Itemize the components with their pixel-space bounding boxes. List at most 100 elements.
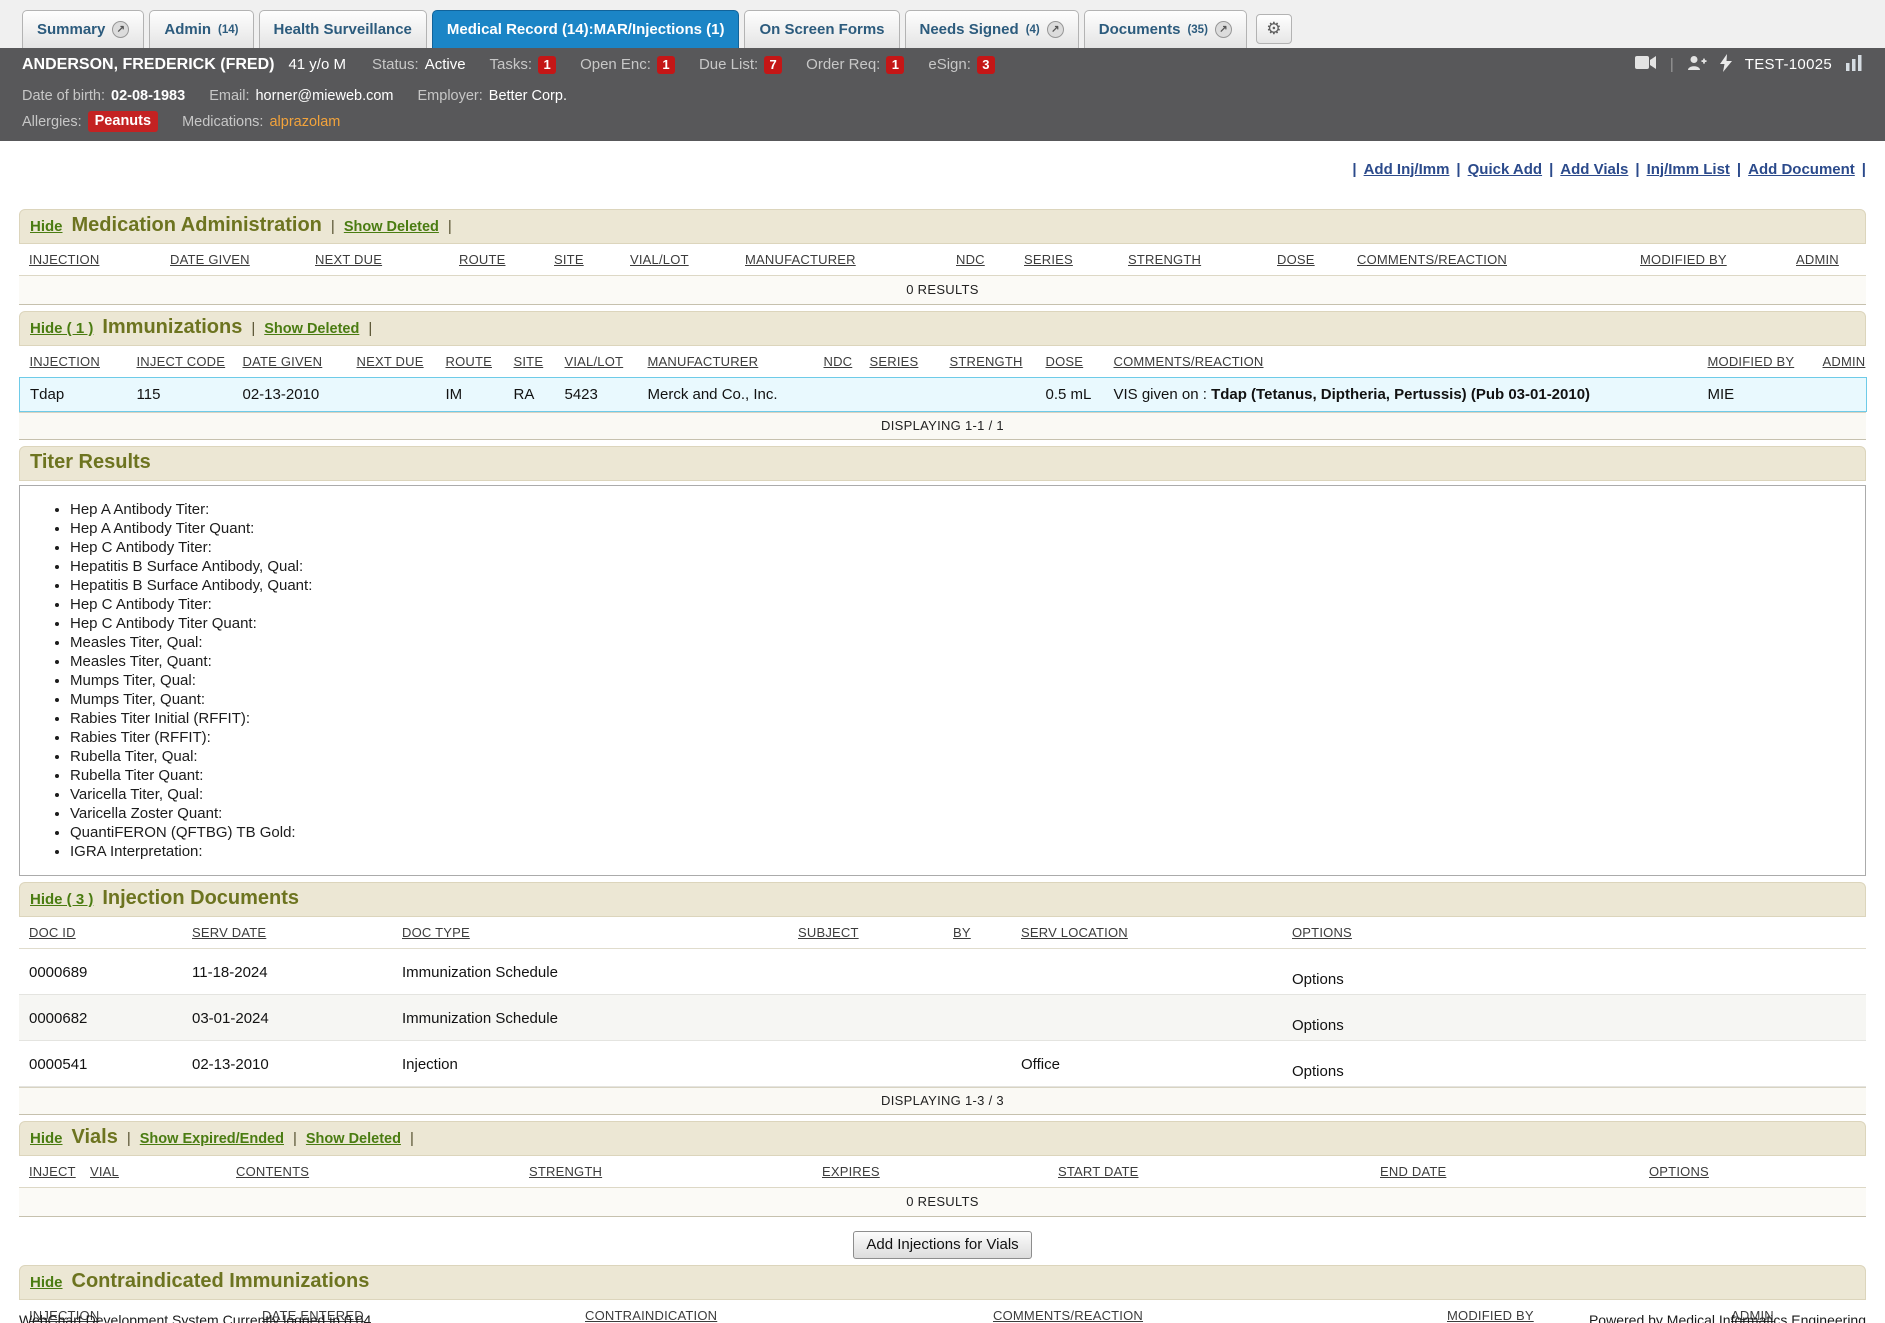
sort-ndc[interactable]: NDC	[824, 354, 853, 369]
cell-subject	[788, 995, 943, 1041]
open-enc-badge[interactable]: 1	[657, 56, 675, 74]
order-req-badge[interactable]: 1	[886, 56, 904, 74]
sort-serv-location[interactable]: SERV LOCATION	[1021, 925, 1128, 940]
sort-strength[interactable]: STRENGTH	[529, 1164, 602, 1179]
sort-series[interactable]: SERIES	[870, 354, 919, 369]
sort-start-date[interactable]: START DATE	[1058, 1164, 1139, 1179]
document-row[interactable]: 0000689 11-18-2024 Immunization Schedule…	[19, 949, 1866, 995]
options-menu[interactable]: Options	[1292, 1017, 1344, 1034]
tab-label: Admin	[164, 21, 211, 38]
hide-medication-administration-link[interactable]: Hide	[30, 218, 63, 235]
show-deleted-link[interactable]: Show Deleted	[306, 1131, 401, 1147]
titer-item: Measles Titer, Qual:	[70, 633, 1845, 652]
esign-badge[interactable]: 3	[977, 56, 995, 74]
sort-next-due[interactable]: NEXT DUE	[315, 252, 382, 267]
sort-inject-code[interactable]: INJECT CODE	[137, 354, 226, 369]
show-expired-ended-link[interactable]: Show Expired/Ended	[140, 1131, 284, 1147]
sort-contents[interactable]: CONTENTS	[236, 1164, 309, 1179]
tab-admin[interactable]: Admin (14)	[149, 10, 253, 48]
tab-summary[interactable]: Summary ↗	[22, 10, 144, 48]
sort-admin[interactable]: ADMIN	[1823, 354, 1866, 369]
cell-doc-id: 0000689	[19, 949, 182, 995]
sort-vial-lot[interactable]: VIAL/LOT	[630, 252, 689, 267]
allergy-badge[interactable]: Peanuts	[88, 111, 158, 132]
order-req-label: Order Req:	[806, 56, 880, 73]
medication-value[interactable]: alprazolam	[269, 114, 340, 130]
column-header: SITE	[544, 244, 620, 275]
document-row[interactable]: 0000682 03-01-2024 Immunization Schedule…	[19, 995, 1866, 1041]
sort-strength[interactable]: STRENGTH	[950, 354, 1023, 369]
sort-manufacturer[interactable]: MANUFACTURER	[745, 252, 856, 267]
sort-comments[interactable]: COMMENTS/REACTION	[1357, 252, 1507, 267]
sort-series[interactable]: SERIES	[1024, 252, 1073, 267]
sort-doc-id[interactable]: DOC ID	[29, 925, 76, 940]
sort-site[interactable]: SITE	[554, 252, 584, 267]
due-list-badge[interactable]: 7	[764, 56, 782, 74]
sort-options[interactable]: OPTIONS	[1649, 1164, 1709, 1179]
popout-icon[interactable]: ↗	[112, 21, 129, 38]
section-header-medication-administration: Hide Medication Administration | Show De…	[19, 209, 1866, 244]
quick-add-link[interactable]: Quick Add	[1468, 161, 1542, 178]
sort-options[interactable]: OPTIONS	[1292, 925, 1352, 940]
sort-modified-by[interactable]: MODIFIED BY	[1640, 252, 1727, 267]
column-header: COMMENTS/REACTION	[1347, 244, 1630, 275]
popout-icon[interactable]: ↗	[1215, 21, 1232, 38]
add-vials-link[interactable]: Add Vials	[1560, 161, 1628, 178]
sort-route[interactable]: ROUTE	[446, 354, 493, 369]
hide-vials-link[interactable]: Hide	[30, 1130, 63, 1147]
sort-route[interactable]: ROUTE	[459, 252, 506, 267]
sort-dose[interactable]: DOSE	[1277, 252, 1315, 267]
sort-inject[interactable]: INJECT	[29, 1164, 76, 1179]
add-inj-imm-link[interactable]: Add Inj/Imm	[1364, 161, 1450, 178]
video-call-icon[interactable]	[1635, 55, 1657, 74]
tab-medical-record[interactable]: Medical Record (14):MAR/Injections (1)	[432, 10, 740, 48]
tasks-badge[interactable]: 1	[538, 56, 556, 74]
sort-serv-date[interactable]: SERV DATE	[192, 925, 266, 940]
hide-immunizations-link[interactable]: Hide ( 1 )	[30, 320, 93, 337]
sort-vial[interactable]: VIAL	[90, 1164, 119, 1179]
options-menu[interactable]: Options	[1292, 1063, 1344, 1080]
sort-injection[interactable]: INJECTION	[30, 354, 100, 369]
popout-icon[interactable]: ↗	[1047, 21, 1064, 38]
tab-documents[interactable]: Documents (35) ↗	[1084, 10, 1247, 48]
sort-next-due[interactable]: NEXT DUE	[357, 354, 424, 369]
sort-injection[interactable]: INJECTION	[29, 252, 99, 267]
immunization-row[interactable]: Tdap 115 02-13-2010 IM RA 5423 Merck and…	[20, 378, 1867, 412]
flowsheet-chart-icon[interactable]	[1845, 55, 1863, 75]
sort-by[interactable]: BY	[953, 925, 971, 940]
add-user-icon[interactable]	[1687, 55, 1707, 75]
hide-injection-documents-link[interactable]: Hide ( 3 )	[30, 891, 93, 908]
document-row[interactable]: 0000541 02-13-2010 Injection Office Opti…	[19, 1041, 1866, 1087]
tab-health-surveillance[interactable]: Health Surveillance	[259, 10, 427, 48]
sort-ndc[interactable]: NDC	[956, 252, 985, 267]
add-document-link[interactable]: Add Document	[1748, 161, 1855, 178]
show-deleted-link[interactable]: Show Deleted	[344, 219, 439, 235]
sort-site[interactable]: SITE	[514, 354, 544, 369]
sort-end-date[interactable]: END DATE	[1380, 1164, 1446, 1179]
add-injections-for-vials-button[interactable]: Add Injections for Vials	[853, 1231, 1031, 1259]
show-deleted-link[interactable]: Show Deleted	[264, 321, 359, 337]
sort-modified-by[interactable]: MODIFIED BY	[1708, 354, 1795, 369]
sort-expires[interactable]: EXPIRES	[822, 1164, 880, 1179]
column-header: NDC	[814, 346, 860, 378]
sort-strength[interactable]: STRENGTH	[1128, 252, 1201, 267]
sort-dose[interactable]: DOSE	[1046, 354, 1084, 369]
lightning-icon[interactable]	[1720, 54, 1732, 76]
tab-needs-signed[interactable]: Needs Signed (4) ↗	[905, 10, 1079, 48]
sort-vial-lot[interactable]: VIAL/LOT	[565, 354, 624, 369]
sort-admin[interactable]: ADMIN	[1796, 252, 1839, 267]
sort-date-given[interactable]: DATE GIVEN	[170, 252, 250, 267]
hide-contraindicated-link[interactable]: Hide	[30, 1274, 63, 1291]
sort-subject[interactable]: SUBJECT	[798, 925, 859, 940]
sort-manufacturer[interactable]: MANUFACTURER	[648, 354, 759, 369]
inj-imm-list-link[interactable]: Inj/Imm List	[1647, 161, 1730, 178]
sort-date-given[interactable]: DATE GIVEN	[243, 354, 323, 369]
sort-doc-type[interactable]: DOC TYPE	[402, 925, 470, 940]
options-menu[interactable]: Options	[1292, 971, 1344, 988]
cell-options: Options	[1282, 995, 1866, 1041]
section-header-contraindicated-immunizations: Hide Contraindicated Immunizations	[19, 1265, 1866, 1300]
settings-gear-button[interactable]: ⚙	[1256, 14, 1292, 44]
injection-documents-title: Injection Documents	[102, 887, 299, 910]
tab-on-screen-forms[interactable]: On Screen Forms	[744, 10, 899, 48]
sort-comments[interactable]: COMMENTS/REACTION	[1114, 354, 1264, 369]
